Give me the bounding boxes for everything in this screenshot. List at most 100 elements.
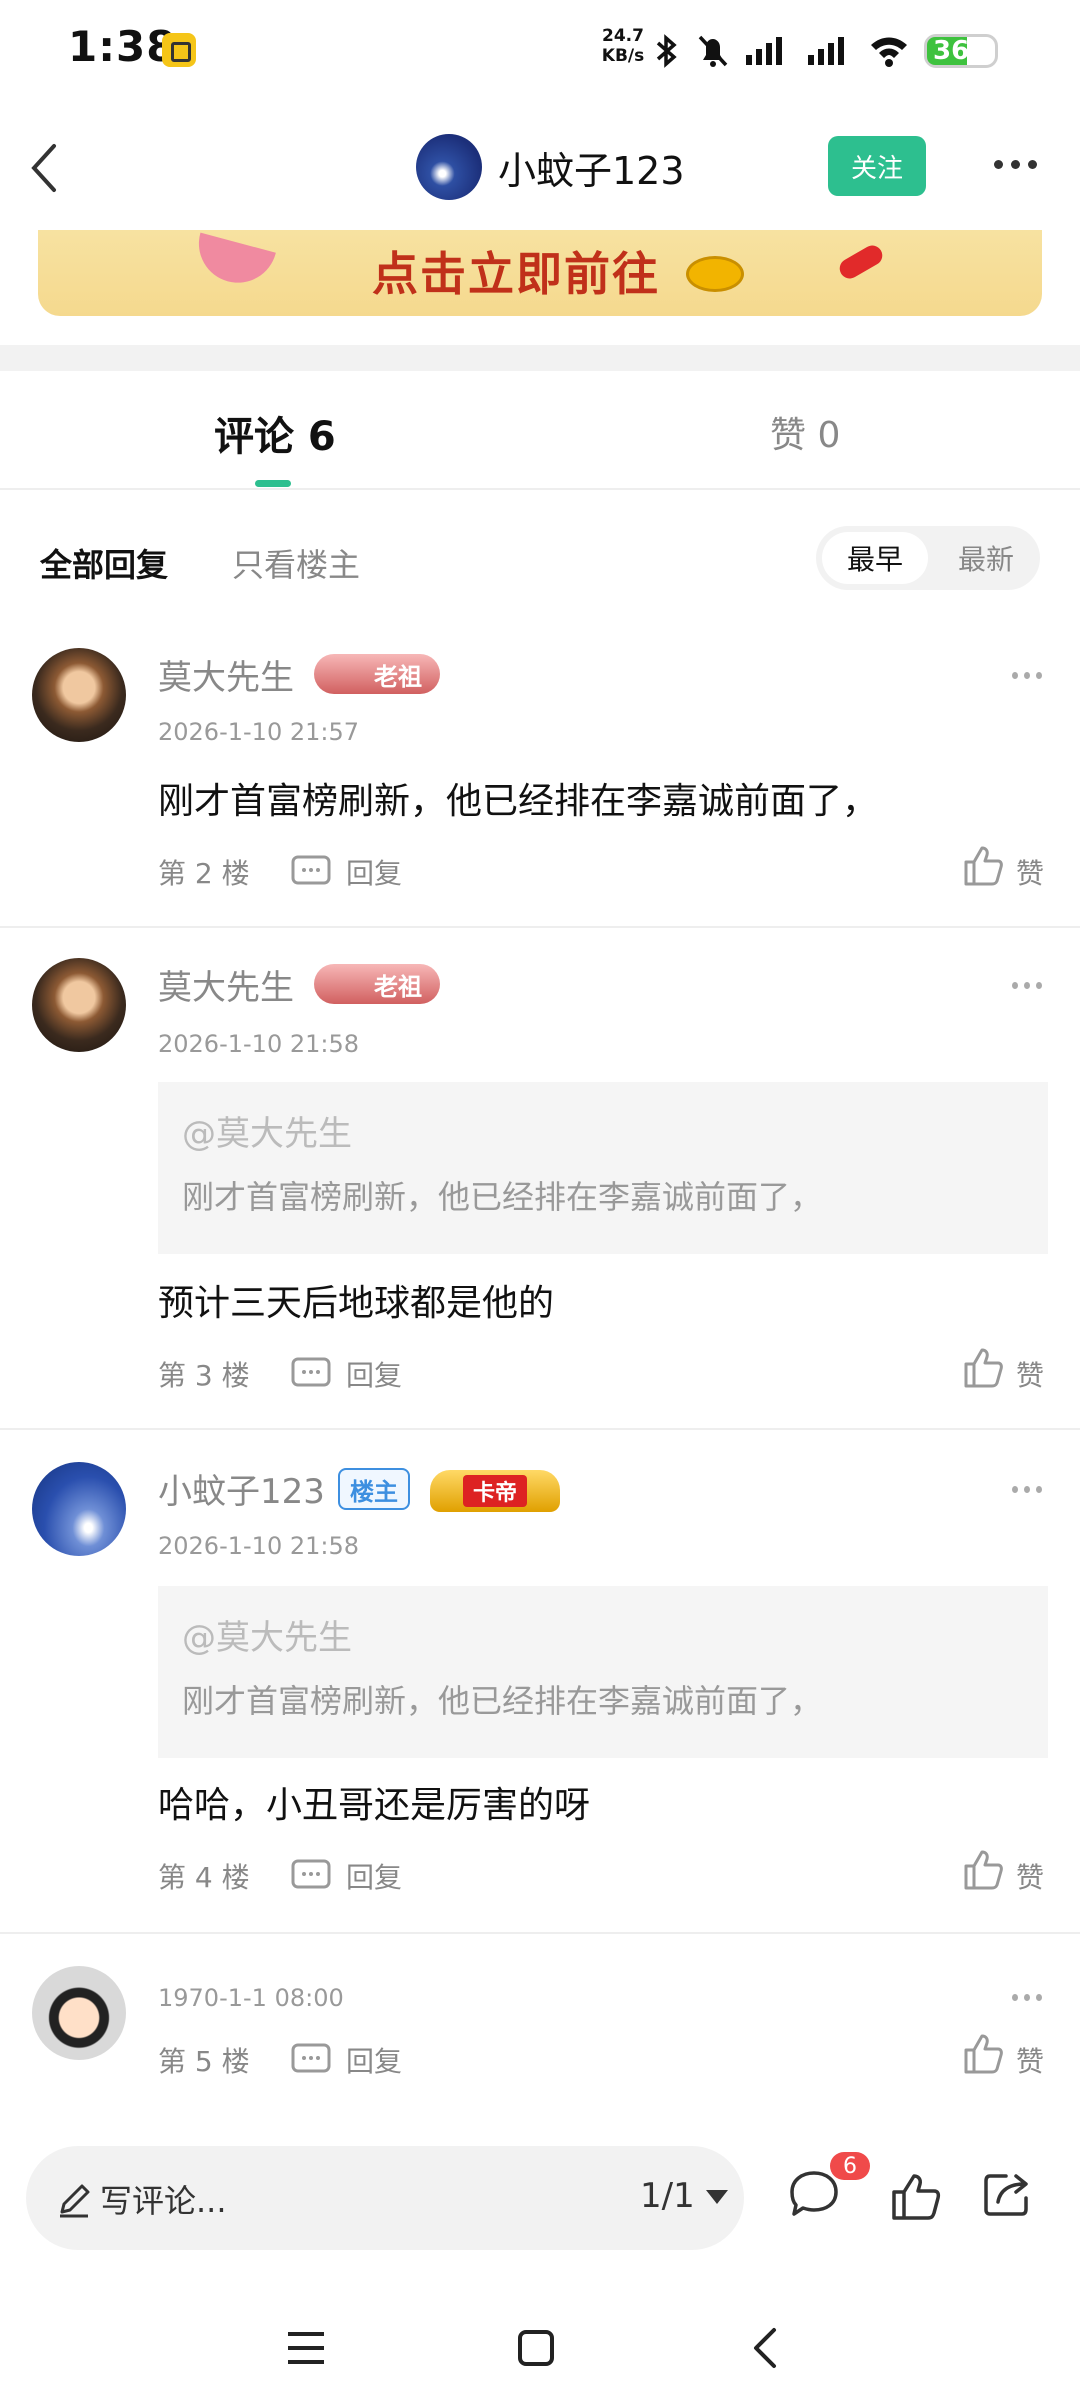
thumbs-up-icon[interactable] [888,2170,944,2222]
battery-level: 36 [933,36,970,66]
comment-text: 刚才首富榜刷新，他已经排在李嘉诚前面了， [158,781,879,822]
system-navigation-bar [0,2290,1080,2400]
pen-icon [60,2184,90,2218]
divider [0,488,1080,490]
reply-button[interactable]: 回复 [346,1856,402,1896]
comment-author-name[interactable]: 莫大先生 [158,960,294,1009]
comment-floor: 第 3 楼 [158,1359,250,1392]
more-options-button[interactable] [994,154,1042,174]
wifi-icon [871,37,907,67]
menu-icon[interactable] [286,2328,326,2368]
signal-icon [746,37,782,65]
ribbon-decoration [836,241,886,283]
reply-icon[interactable] [290,1858,332,1894]
filter-owner-only[interactable]: 只看楼主 [232,540,360,586]
quoted-comment[interactable]: @莫大先生 刚才首富榜刷新，他已经排在李嘉诚前面了， [158,1082,1048,1254]
sort-toggle: 最早 最新 [816,526,1040,590]
comment-time: 2026-1-10 21:58 [158,1030,359,1058]
like-button[interactable]: 赞 [1016,1354,1044,1394]
reply-icon[interactable] [290,1356,332,1392]
filter-all-replies[interactable]: 全部回复 [40,540,168,586]
banner-text: 点击立即前往 [372,247,660,301]
thumbs-up-icon[interactable] [962,2032,1004,2076]
quote-author: @莫大先生 [182,1114,352,1154]
reply-button[interactable]: 回复 [346,2040,402,2080]
sort-earliest-button[interactable]: 最早 [822,532,928,584]
thumbs-up-icon[interactable] [962,844,1004,888]
network-speed: 24.7 KB/s [600,26,646,66]
comment-text: 预计三天后地球都是他的 [158,1283,555,1324]
comment-more-button[interactable] [1012,672,1042,682]
user-badge-text: 卡帝 [462,1475,527,1507]
comment-count-badge: 6 [830,2152,870,2180]
comment-avatar[interactable] [32,648,126,742]
user-badge: 卡帝 [430,1470,560,1512]
like-button[interactable]: 赞 [1016,2040,1044,2080]
tab-comments[interactable]: 评论 6 [214,404,336,462]
tab-active-indicator [255,480,291,487]
comment-author-name[interactable]: 莫大先生 [158,650,294,699]
owner-badge: 楼主 [338,1468,410,1510]
comment-avatar[interactable] [32,1462,126,1556]
red-envelope-decoration [190,232,276,292]
quoted-comment[interactable]: @莫大先生 刚才首富榜刷新，他已经排在李嘉诚前面了， [158,1586,1048,1758]
user-badge: 老祖 [314,654,440,694]
home-icon[interactable] [516,2328,556,2368]
promo-banner[interactable]: 点击立即前往 [38,230,1042,316]
signal-icon-2 [808,37,844,65]
section-gap [0,345,1080,371]
quote-text: 刚才首富榜刷新，他已经排在李嘉诚前面了， [182,1682,823,1720]
coin-decoration [686,256,744,292]
share-icon[interactable] [980,2168,1036,2220]
reply-button[interactable]: 回复 [346,852,402,892]
comment-floor: 第 2 楼 [158,857,250,890]
reply-icon[interactable] [290,2042,332,2078]
comment-avatar[interactable] [32,958,126,1052]
comment-time: 1970-1-1 08:00 [158,1984,344,2012]
follow-button[interactable]: 关注 [828,136,926,196]
chevron-down-icon[interactable] [706,2190,728,2204]
network-speed-unit: KB/s [601,46,645,66]
reply-icon[interactable] [290,854,332,890]
comment-time: 2026-1-10 21:58 [158,1532,359,1560]
comment-floor: 第 5 楼 [158,2045,250,2078]
quote-text: 刚才首富榜刷新，他已经排在李嘉诚前面了， [182,1178,823,1216]
bottom-action-bar: 写评论... 1/1 6 [0,2110,1080,2290]
battery-icon: 36 [924,34,998,68]
divider [0,1932,1080,1934]
comment-text: 哈哈，小丑哥还是厉害的呀 [158,1785,591,1826]
page-indicator[interactable]: 1/1 [640,2176,695,2216]
tab-likes[interactable]: 赞 0 [770,406,840,458]
author-avatar[interactable] [416,134,482,200]
bluetooth-icon [656,34,677,68]
reply-button[interactable]: 回复 [346,1354,402,1394]
comment-avatar[interactable] [32,1966,126,2060]
back-button[interactable] [22,138,72,198]
thumbs-up-icon[interactable] [962,1848,1004,1892]
status-bar: 1:38 24.7 KB/s 36 [0,0,1080,100]
thumbs-up-icon[interactable] [962,1346,1004,1390]
post-header: 小蚊子123 关注 [0,100,1080,230]
comment-time: 2026-1-10 21:57 [158,718,359,746]
comment-input-placeholder: 写评论... [100,2182,227,2220]
comment-author-name[interactable]: 小蚊子123 [158,1464,325,1513]
network-speed-value: 24.7 [602,26,644,46]
status-time: 1:38 [68,22,177,71]
comment-floor: 第 4 楼 [158,1861,250,1894]
quote-author: @莫大先生 [182,1618,352,1658]
comment-more-button[interactable] [1012,982,1042,992]
notification-app-icon [162,33,196,67]
back-nav-icon[interactable] [746,2326,786,2370]
status-icons: 36 [650,28,998,74]
divider [0,1428,1080,1430]
comment-more-button[interactable] [1012,1486,1042,1496]
user-badge: 老祖 [314,964,440,1004]
comment-input[interactable]: 写评论... 1/1 [26,2146,744,2250]
like-button[interactable]: 赞 [1016,852,1044,892]
like-button[interactable]: 赞 [1016,1856,1044,1896]
sort-latest-button[interactable]: 最新 [938,532,1034,584]
author-name[interactable]: 小蚊子123 [498,140,685,195]
comment-more-button[interactable] [1012,1994,1042,2004]
divider [0,926,1080,928]
mute-bell-icon [698,35,728,67]
